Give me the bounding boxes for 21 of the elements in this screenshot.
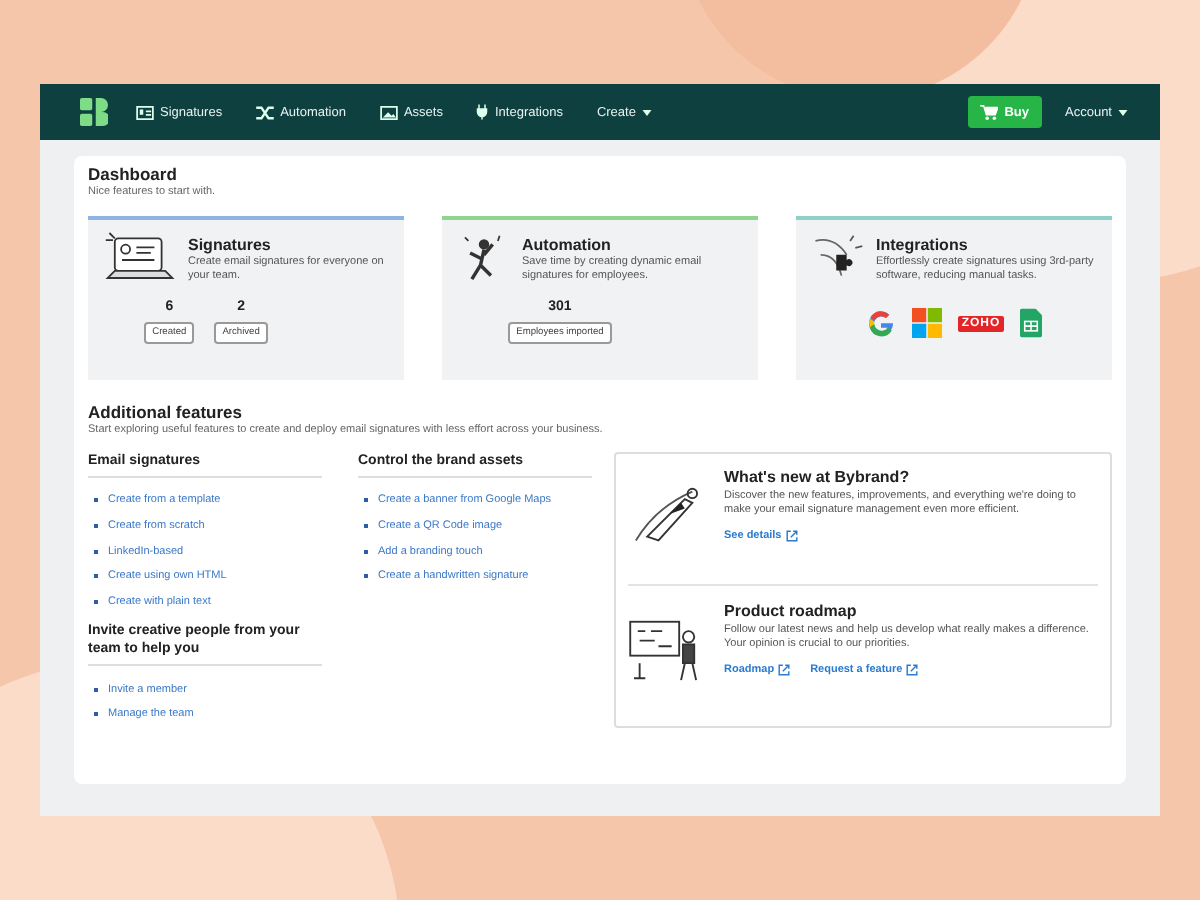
windows-logo-icon (911, 308, 942, 338)
caret-icon (1118, 109, 1128, 115)
section-title: Additional features (88, 402, 244, 422)
logo-icon[interactable] (80, 98, 108, 126)
external-link-icon (785, 529, 798, 542)
plug-icon (476, 104, 489, 120)
card-title: Automation (522, 236, 613, 254)
news-title: Product roadmap (724, 602, 859, 620)
card-title: Integrations (876, 236, 970, 254)
card-title: Signatures (188, 236, 273, 254)
news-title: What's new at Bybrand? (724, 468, 912, 486)
page-title: Dashboard (88, 164, 179, 184)
external-link-icon (778, 663, 791, 676)
id-card-icon (136, 105, 154, 119)
shuffle-icon (256, 105, 275, 119)
cart-icon (980, 104, 999, 120)
spreadsheet-icon (1020, 308, 1043, 338)
caret-icon (641, 109, 652, 115)
external-link-icon (906, 663, 919, 676)
google-logo-icon (865, 308, 896, 338)
image-icon (379, 105, 398, 119)
